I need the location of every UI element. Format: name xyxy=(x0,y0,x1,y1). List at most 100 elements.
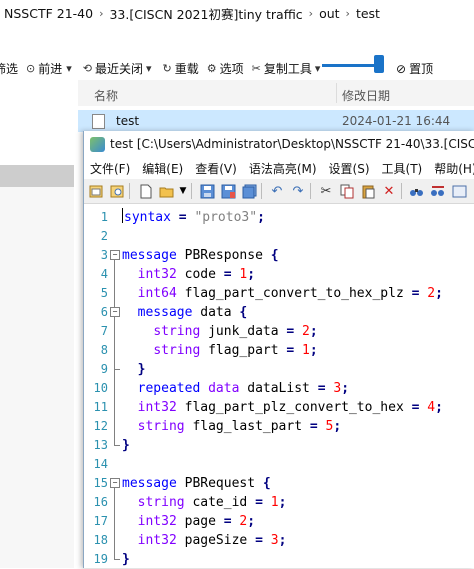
code-line[interactable]: 15− message PBRequest { xyxy=(84,474,474,493)
reload-label: 重载 xyxy=(174,61,199,76)
code-line[interactable]: 13} xyxy=(84,436,474,455)
file-icon xyxy=(92,114,105,129)
breadcrumb-item[interactable]: out › xyxy=(319,6,356,21)
pin-button[interactable]: ⊘ 置顶 xyxy=(396,60,433,77)
nav-pane-selected-item[interactable] xyxy=(0,165,74,187)
code-line[interactable]: 16 string cate_id = 1; xyxy=(84,493,474,512)
menu-edit[interactable]: 编辑(E) xyxy=(136,160,189,177)
code-line[interactable]: 12 string flag_last_part = 5; xyxy=(84,417,474,436)
code-line[interactable]: 14 xyxy=(84,455,474,474)
fold-guide xyxy=(109,512,121,531)
fold-guide xyxy=(109,284,121,303)
save-icon[interactable] xyxy=(198,182,216,200)
redo-icon[interactable]: ↷ xyxy=(289,182,307,200)
save-all-icon[interactable] xyxy=(240,182,258,200)
dropdown-icon[interactable]: ▼ xyxy=(178,182,188,200)
fold-toggle-icon[interactable]: − xyxy=(109,303,121,322)
breadcrumb-label: 33.[CISCN 2021初赛]tiny traffic xyxy=(109,6,303,22)
line-number: 5 xyxy=(100,286,108,300)
options-label: 选项 xyxy=(219,61,244,76)
line-number: 1 xyxy=(100,210,108,224)
menu-help[interactable]: 帮助(H) xyxy=(428,160,474,177)
zoom-slider-thumb[interactable] xyxy=(374,55,384,73)
breadcrumb-item[interactable]: test xyxy=(356,6,380,21)
pin-label: 置顶 xyxy=(409,62,434,76)
undo-icon[interactable]: ↶ xyxy=(268,182,286,200)
code-line[interactable]: 18 int32 pageSize = 3; xyxy=(84,531,474,550)
fold-guide xyxy=(109,550,121,569)
breadcrumb-label: NSSCTF 21-40 xyxy=(4,5,94,21)
filter-label: 筛选 xyxy=(0,61,19,76)
chevron-down-icon: ▾ xyxy=(146,61,152,75)
window-title: test [C:\Users\Administrator\Desktop\NSS… xyxy=(110,137,474,151)
code-line[interactable]: 7 string junk_data = 2; xyxy=(84,322,474,341)
code-text: string cate_id = 1; xyxy=(137,495,287,510)
line-number: 11 xyxy=(93,400,108,414)
code-text: message PBRequest { xyxy=(122,476,271,491)
file-modified-date: 2024-01-21 16:44 xyxy=(342,114,451,128)
extra-icon[interactable] xyxy=(450,182,468,200)
line-number: 4 xyxy=(100,267,108,281)
pin-icon: ⊘ xyxy=(396,61,407,76)
line-number: 10 xyxy=(93,381,108,395)
open-file-icon[interactable] xyxy=(108,182,126,200)
copy-icon[interactable] xyxy=(338,182,356,200)
code-text: } xyxy=(122,438,130,453)
open-folder-icon[interactable] xyxy=(157,182,175,200)
fold-guide xyxy=(109,227,121,246)
breadcrumb-item[interactable]: 33.[CISCN 2021初赛]tiny traffic › xyxy=(109,4,319,23)
code-line[interactable]: 11 int32 flag_part_plz_convert_to_hex = … xyxy=(84,398,474,417)
fold-guide xyxy=(109,455,121,474)
line-number: 19 xyxy=(93,552,108,566)
code-text: string flag_last_part = 5; xyxy=(137,419,342,434)
code-text: repeated data dataList = 3; xyxy=(137,381,350,396)
line-number: 15 xyxy=(93,476,108,490)
find-icon[interactable] xyxy=(408,182,426,200)
toolbar-divider xyxy=(401,183,402,199)
paste-icon[interactable] xyxy=(359,182,377,200)
fold-guide xyxy=(109,208,121,227)
save-as-icon[interactable] xyxy=(219,182,237,200)
code-line[interactable]: 3− message PBResponse { xyxy=(84,246,474,265)
breadcrumb-item[interactable]: NSSCTF 21-40 › xyxy=(4,6,109,21)
file-row[interactable]: test 2024-01-21 16:44 xyxy=(78,110,474,132)
reload-button[interactable]: ↻ 重载 xyxy=(163,60,199,77)
blank-doc-icon[interactable] xyxy=(136,182,154,200)
menu-view[interactable]: 查看(V) xyxy=(189,160,243,177)
menu-file[interactable]: 文件(F) xyxy=(84,160,136,177)
cut-icon[interactable]: ✂ xyxy=(317,182,335,200)
code-line[interactable]: 4 int32 code = 1; xyxy=(84,265,474,284)
fold-toggle-icon[interactable]: − xyxy=(109,246,121,265)
copy-tools-button[interactable]: ✂ 复制工具 ▾ xyxy=(252,60,324,77)
code-line[interactable]: 6− message data { xyxy=(84,303,474,322)
code-line[interactable]: 9 } xyxy=(84,360,474,379)
fold-guide xyxy=(109,379,121,398)
code-line[interactable]: 8 string flag_part = 1; xyxy=(84,341,474,360)
menu-tools[interactable]: 工具(T) xyxy=(376,160,429,177)
code-editor[interactable]: 1 syntax = "proto3"; 2 3− message PBResponse… xyxy=(84,204,474,568)
fold-guide xyxy=(109,436,121,455)
forward-button[interactable]: ⊙ 前进 ▾ xyxy=(26,60,75,77)
code-line[interactable]: 19} xyxy=(84,550,474,569)
replace-icon[interactable] xyxy=(429,182,447,200)
column-header-name[interactable]: 名称 xyxy=(94,87,118,104)
code-line[interactable]: 5 int64 flag_part_convert_to_hex_plz = 2… xyxy=(84,284,474,303)
zoom-slider-fill xyxy=(322,64,380,67)
line-number: 17 xyxy=(93,514,108,528)
code-line[interactable]: 1 syntax = "proto3"; xyxy=(84,208,474,227)
toolbar-divider xyxy=(261,183,262,199)
editor-titlebar[interactable]: test [C:\Users\Administrator\Desktop\NSS… xyxy=(84,131,474,157)
options-button[interactable]: ⚙ 选项 xyxy=(207,60,244,77)
column-divider[interactable] xyxy=(336,83,337,103)
menu-settings[interactable]: 设置(S) xyxy=(323,160,376,177)
fold-toggle-icon[interactable]: − xyxy=(109,474,121,493)
code-line[interactable]: 10 repeated data dataList = 3; xyxy=(84,379,474,398)
column-header-modified[interactable]: 修改日期 xyxy=(342,87,390,104)
code-line[interactable]: 2 xyxy=(84,227,474,246)
menu-syntax[interactable]: 语法高亮(M) xyxy=(243,160,323,177)
recent-close-button[interactable]: ⟲ 最近关闭 ▾ xyxy=(83,60,155,77)
new-file-icon[interactable] xyxy=(87,182,105,200)
delete-icon[interactable]: ✕ xyxy=(380,182,398,200)
code-line[interactable]: 17 int32 page = 2; xyxy=(84,512,474,531)
filter-button[interactable]: 筛选 xyxy=(0,60,18,77)
